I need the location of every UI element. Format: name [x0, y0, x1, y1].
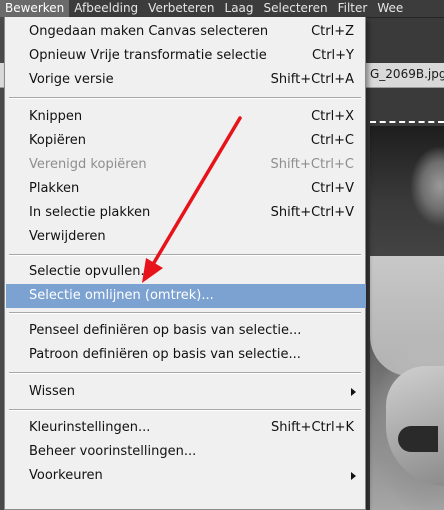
- menu-item-label: Patroon definiëren op basis van selectie…: [29, 347, 301, 362]
- menu-venster[interactable]: Wee: [372, 0, 408, 17]
- menu-item-label: Knippen: [29, 109, 83, 124]
- menu-item-paste-into-selection[interactable]: In selectie plakken Shift+Ctrl+V: [6, 201, 366, 225]
- menu-afbeelding[interactable]: Afbeelding: [69, 0, 143, 17]
- menu-item-label: In selectie plakken: [29, 205, 151, 220]
- menu-item-preferences[interactable]: Voorkeuren: [6, 464, 366, 488]
- menu-item-shortcut: Ctrl+C: [310, 133, 354, 148]
- menu-item-label: Plakken: [29, 181, 80, 196]
- menu-item-shortcut: Ctrl+Y: [312, 48, 354, 63]
- menu-item-shortcut: Shift+Ctrl+C: [270, 157, 354, 172]
- edit-menu-dropdown: Ongedaan maken Canvas selecteren Ctrl+Z …: [4, 17, 366, 510]
- menu-item-redo[interactable]: Opnieuw Vrije transformatie selectie Ctr…: [6, 44, 366, 68]
- menu-laag[interactable]: Laag: [220, 0, 259, 17]
- menu-item-preset-manager[interactable]: Beheer voorinstellingen...: [6, 440, 366, 464]
- submenu-arrow-icon: [351, 472, 356, 480]
- menu-item-shortcut: Ctrl+Z: [311, 24, 354, 39]
- menu-separator: [9, 97, 361, 99]
- menu-filter[interactable]: Filter: [333, 0, 373, 17]
- menu-item-label: Beheer voorinstellingen...: [29, 444, 197, 459]
- menu-item-define-brush[interactable]: Penseel definiëren op basis van selectie…: [6, 319, 366, 343]
- menu-item-paste[interactable]: Plakken Ctrl+V: [6, 177, 366, 201]
- menu-verbeteren[interactable]: Verbeteren: [143, 0, 219, 17]
- menu-item-copy-merged: Verenigd kopiëren Shift+Ctrl+C: [6, 153, 366, 177]
- menu-separator: [9, 254, 361, 256]
- menu-item-label: Wissen: [29, 384, 75, 399]
- menu-item-shortcut: Shift+Ctrl+A: [270, 72, 354, 87]
- selection-marquee: [370, 121, 444, 123]
- menu-item-label: Voorkeuren: [29, 468, 103, 483]
- menu-separator: [9, 372, 361, 374]
- menu-item-purge[interactable]: Wissen: [6, 380, 366, 404]
- menu-item-label: Kleurinstellingen...: [29, 420, 151, 435]
- menu-item-stroke-selection[interactable]: Selectie omlijnen (omtrek)...: [6, 284, 366, 308]
- menu-item-delete[interactable]: Verwijderen: [6, 225, 366, 249]
- menu-item-label: Selectie opvullen...: [29, 264, 153, 279]
- submenu-arrow-icon: [351, 388, 356, 396]
- document-tab-title[interactable]: G_2069B.jpg: [370, 67, 444, 81]
- photo-mouth: [398, 426, 438, 452]
- menu-bar: Bewerken Afbeelding Verbeteren Laag Sele…: [0, 0, 444, 18]
- document-canvas-photo[interactable]: [370, 126, 444, 510]
- menu-item-shortcut: Shift+Ctrl+K: [271, 420, 354, 435]
- menu-bewerken[interactable]: Bewerken: [0, 0, 70, 17]
- menu-item-label: Vorige versie: [29, 72, 114, 87]
- menu-item-shortcut: Ctrl+V: [311, 181, 354, 196]
- menu-item-shortcut: Shift+Ctrl+V: [270, 205, 354, 220]
- menu-item-define-pattern[interactable]: Patroon definiëren op basis van selectie…: [6, 343, 366, 367]
- menu-item-label: Opnieuw Vrije transformatie selectie: [29, 48, 267, 63]
- menu-item-label: Kopiëren: [29, 133, 86, 148]
- menu-selecteren[interactable]: Selecteren: [259, 0, 333, 17]
- menu-item-label: Ongedaan maken Canvas selecteren: [29, 24, 269, 39]
- menu-separator: [9, 312, 361, 314]
- menu-item-fill-selection[interactable]: Selectie opvullen...: [6, 260, 366, 284]
- menu-item-cut[interactable]: Knippen Ctrl+X: [6, 105, 366, 129]
- menu-item-label: Verenigd kopiëren: [29, 157, 147, 172]
- menu-item-color-settings[interactable]: Kleurinstellingen... Shift+Ctrl+K: [6, 416, 366, 440]
- menu-item-label: Penseel definiëren op basis van selectie…: [29, 323, 302, 338]
- menu-item-revert[interactable]: Vorige versie Shift+Ctrl+A: [6, 68, 366, 92]
- menu-separator: [9, 409, 361, 411]
- menu-item-label: Selectie omlijnen (omtrek)...: [29, 288, 214, 303]
- menu-item-shortcut: Ctrl+X: [311, 109, 354, 124]
- menu-item-copy[interactable]: Kopiëren Ctrl+C: [6, 129, 366, 153]
- photo-region: [370, 256, 444, 376]
- menu-item-undo[interactable]: Ongedaan maken Canvas selecteren Ctrl+Z: [6, 20, 366, 44]
- menu-item-label: Verwijderen: [29, 229, 106, 244]
